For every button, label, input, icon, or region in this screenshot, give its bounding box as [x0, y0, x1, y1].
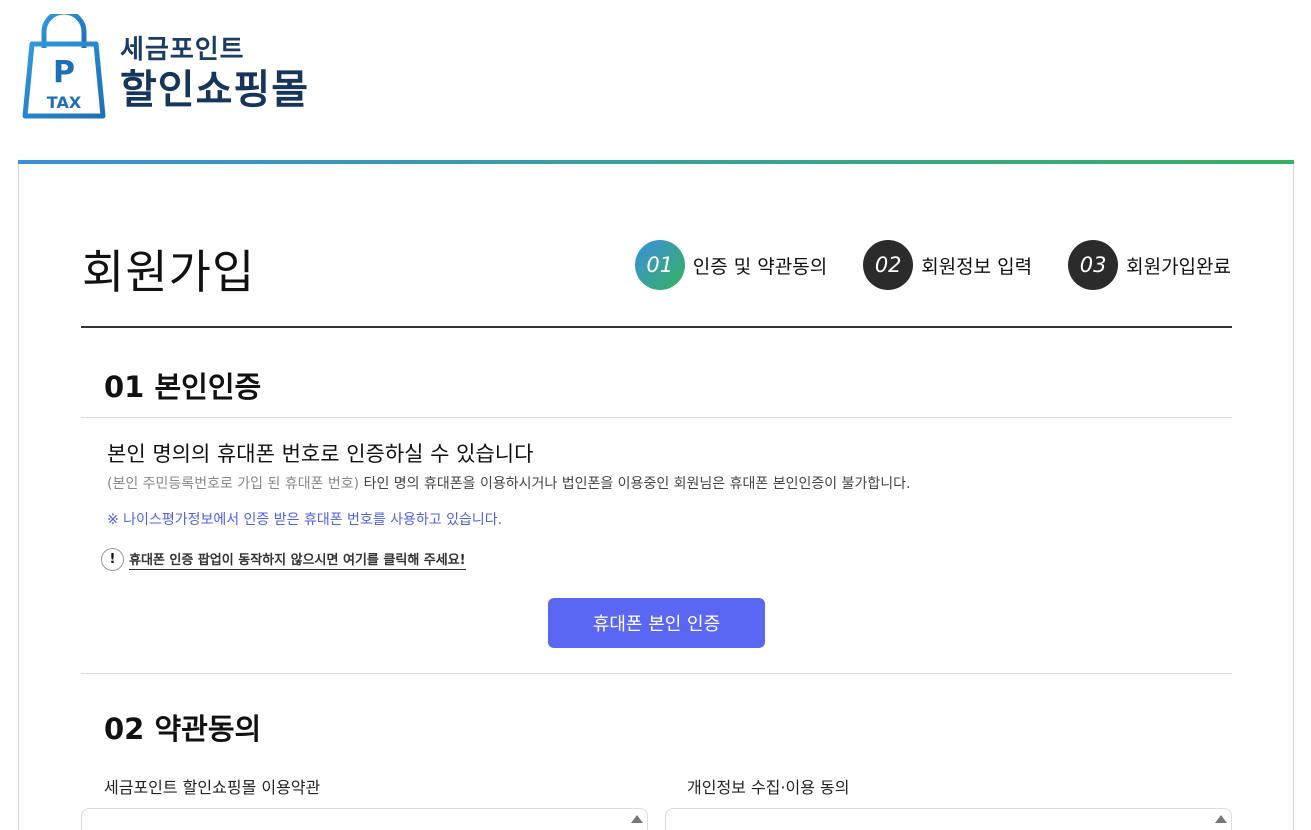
step-3-label: 회원가입완료 — [1126, 255, 1231, 278]
signup-steps: 01 인증 및 약관동의 02 회원정보 입력 03 회원가입완료 — [599, 240, 1231, 290]
step-1: 01 인증 및 약관동의 — [634, 240, 828, 290]
scroll-up-arrow-icon[interactable] — [631, 815, 643, 823]
terms-of-use-textbox[interactable] — [81, 808, 648, 830]
step-2-label: 회원정보 입력 — [921, 255, 1033, 278]
terms-of-use-label: 세금포인트 할인쇼핑몰 이용약관 — [104, 778, 321, 797]
step-2-number: 02 — [863, 240, 914, 290]
nice-notice: ※ 나이스평가정보에서 인증 받은 휴대폰 번호를 사용하고 있습니다. — [107, 512, 503, 528]
section-identity-title: 01 본인인증 — [104, 370, 262, 404]
privacy-consent-textbox[interactable] — [665, 808, 1232, 830]
identity-description: (본인 주민등록번호로 가입 된 휴대폰 번호) 타인 명의 휴대폰을 이용하시… — [107, 473, 910, 493]
phone-verify-button[interactable]: 휴대폰 본인 인증 — [548, 598, 765, 648]
identity-headline: 본인 명의의 휴대폰 번호로 인증하실 수 있습니다 — [107, 442, 534, 466]
step-3-number: 03 — [1068, 240, 1119, 290]
identity-description-text: 타인 명의 휴대폰을 이용하시거나 법인폰을 이용중인 회원님은 휴대폰 본인인… — [359, 476, 911, 492]
section-divider — [81, 673, 1232, 674]
step-2: 02 회원정보 입력 — [863, 240, 1032, 290]
section-terms-title: 02 약관동의 — [104, 712, 262, 746]
step-1-label: 인증 및 약관동의 — [692, 255, 828, 278]
svg-text:TAX: TAX — [47, 93, 82, 112]
section-divider — [81, 417, 1232, 418]
logo-text-line2: 할인쇼핑몰 — [120, 67, 309, 113]
logo-text-line1: 세금포인트 — [120, 35, 245, 65]
scroll-up-arrow-icon[interactable] — [1215, 815, 1227, 823]
shopping-bag-logo-icon: P TAX — [22, 9, 106, 120]
step-3: 03 회원가입완료 — [1068, 240, 1231, 290]
svg-text:P: P — [53, 55, 75, 90]
site-logo[interactable]: P TAX 세금포인트 할인쇼핑몰 — [22, 9, 309, 120]
step-1-number: 01 — [634, 240, 685, 290]
identity-description-note: (본인 주민등록번호로 가입 된 휴대폰 번호) — [107, 476, 360, 492]
exclamation-icon: ! — [101, 548, 124, 571]
popup-help-link[interactable]: 휴대폰 인증 팝업이 동작하지 않으시면 여기를 클릭해 주세요! — [129, 549, 466, 570]
privacy-consent-label: 개인정보 수집·이용 동의 — [687, 778, 850, 797]
title-divider — [81, 326, 1232, 328]
page-title: 회원가입 — [82, 245, 256, 299]
popup-help: ! 휴대폰 인증 팝업이 동작하지 않으시면 여기를 클릭해 주세요! — [101, 548, 466, 571]
